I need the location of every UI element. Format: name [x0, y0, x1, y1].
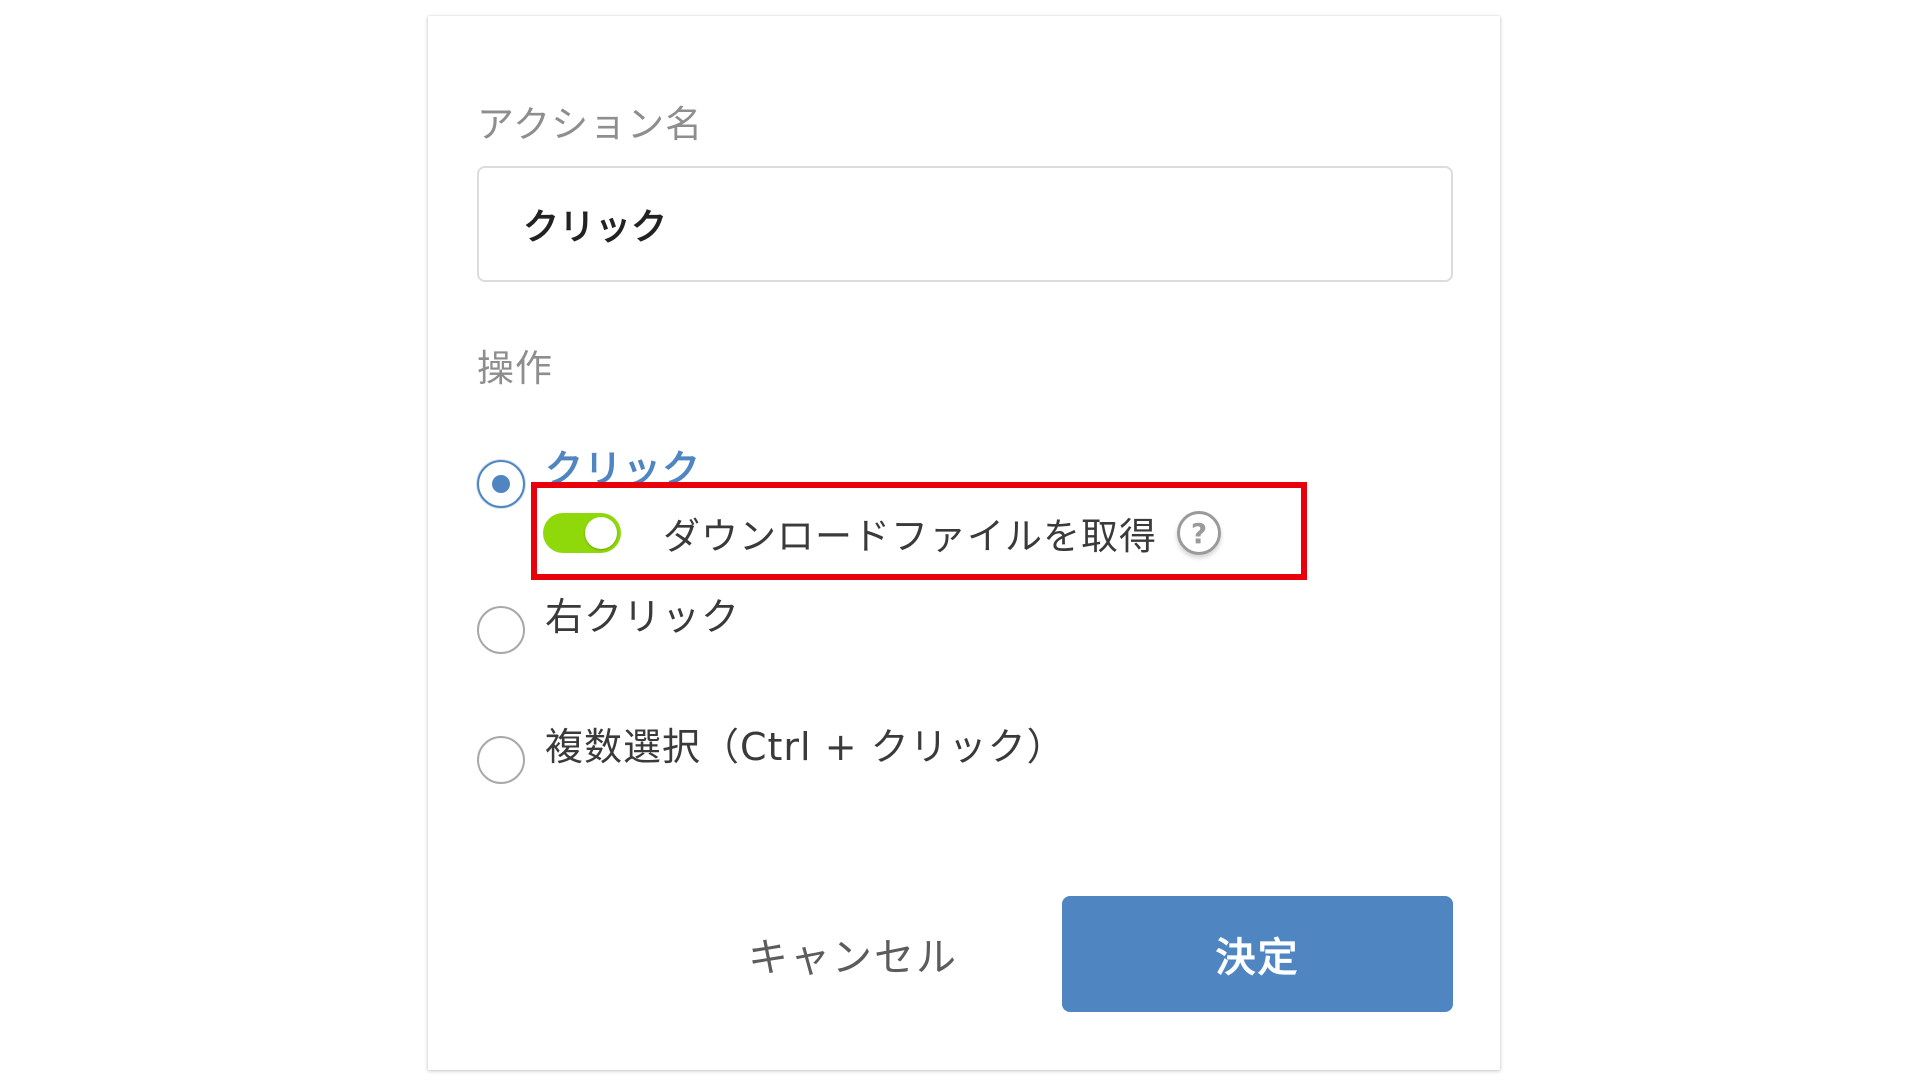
radio-option-multi-select[interactable]: 複数選択（Ctrl + クリック）	[477, 724, 1066, 784]
action-dialog: アクション名 操作 クリック ダウンロードファイルを取得 ? 右クリック 複数選…	[428, 16, 1500, 1070]
radio-multi-select-label[interactable]: 複数選択（Ctrl + クリック）	[545, 716, 1066, 771]
download-file-toggle[interactable]	[543, 513, 621, 553]
cancel-button[interactable]: キャンセル	[718, 896, 988, 1012]
radio-option-right-click[interactable]: 右クリック	[477, 594, 740, 654]
action-name-label: アクション名	[477, 103, 704, 146]
download-toggle-row: ダウンロードファイルを取得 ?	[543, 506, 1221, 560]
radio-right-click[interactable]	[477, 606, 525, 654]
help-icon[interactable]: ?	[1177, 511, 1221, 555]
action-name-input[interactable]	[477, 166, 1453, 282]
operation-label: 操作	[477, 347, 553, 390]
download-file-toggle-label: ダウンロードファイルを取得	[663, 515, 1157, 558]
ok-button[interactable]: 決定	[1062, 896, 1453, 1012]
radio-click[interactable]	[477, 460, 525, 508]
radio-multi-select[interactable]	[477, 736, 525, 784]
radio-right-click-label[interactable]: 右クリック	[545, 586, 740, 641]
